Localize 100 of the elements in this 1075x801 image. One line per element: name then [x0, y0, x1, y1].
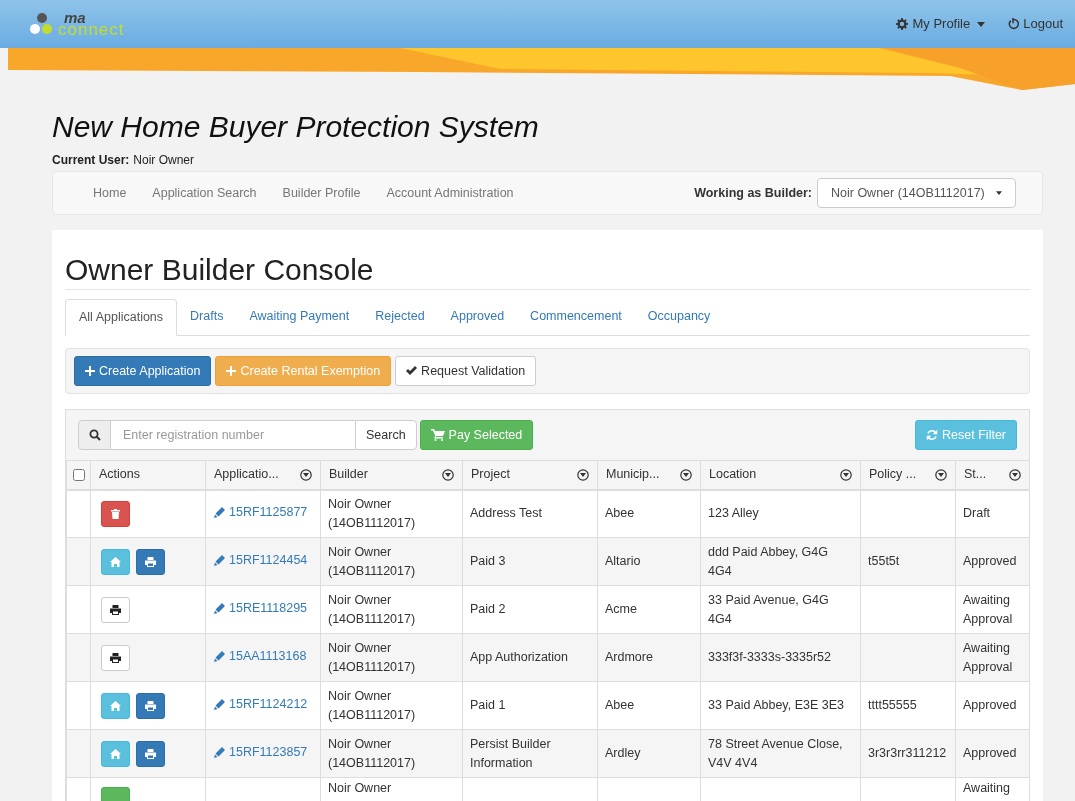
table-cell: 33 Paid Avenue, G4G 4G4 [708, 592, 829, 626]
tab[interactable]: Rejected [362, 298, 438, 335]
logout-link[interactable]: Logout [1007, 14, 1063, 34]
nav-link[interactable]: Application Search [152, 183, 257, 203]
filter-icon [840, 468, 852, 481]
builder-label: Working as Builder: [694, 184, 812, 202]
table-cell: Approved [963, 554, 1017, 568]
table-cell: Paid 1 [470, 698, 506, 712]
filter-icon [300, 468, 312, 481]
home-icon [110, 748, 121, 759]
create-button[interactable]: Create Application [74, 356, 212, 386]
trash-icon [111, 508, 120, 519]
table-cell: Paid 3 [470, 554, 506, 568]
tab[interactable]: Commencement [517, 298, 635, 335]
table-cell: Abee [605, 698, 635, 712]
tab[interactable]: Occupancy [634, 298, 724, 335]
table-cell: Noir Owner (14OB1112017) [328, 688, 416, 722]
table-cell: Awaiting Approval [963, 592, 1013, 626]
table-cell: Abee [605, 506, 635, 521]
table-cell: t55t5t [868, 554, 900, 568]
column-header: Project [471, 466, 510, 484]
table-cell: 78 Street Avenue Close, V4V 4V4 [708, 736, 843, 770]
logo-text: ma [64, 12, 86, 24]
column-header: Builder [329, 466, 368, 484]
printer-icon [110, 652, 121, 663]
table-cell: Noir Owner [328, 781, 392, 795]
column-header: Policy ... [869, 466, 917, 484]
refresh-icon [926, 429, 939, 441]
search-button[interactable]: Search [355, 420, 417, 450]
table-cell: Paid 2 [470, 602, 506, 616]
table-cell: Noir Owner (14OB1112017) [328, 736, 416, 770]
nav-link[interactable]: Builder Profile [282, 183, 361, 203]
filter-icon [577, 468, 589, 481]
home-icon [110, 556, 121, 567]
caret-icon [977, 21, 986, 27]
profile-menu[interactable]: My Profile [896, 14, 986, 34]
logo-text: connect [58, 24, 125, 36]
delete-button[interactable] [101, 500, 130, 527]
table-cell: Acme [605, 602, 637, 616]
table-cell: Ardley [605, 746, 641, 760]
pay-button[interactable]: Pay Selected [419, 420, 534, 450]
printer-icon [145, 748, 156, 759]
table-cell: Approved [963, 698, 1017, 712]
column-header: Location [709, 466, 757, 484]
current-user-label: Current User: [52, 152, 130, 169]
filter-icon [935, 468, 947, 481]
tab[interactable]: All Applications [65, 299, 178, 336]
table-cell: Noir Owner (14OB1112017) [328, 544, 416, 578]
table-cell: Awaiting [963, 781, 1011, 795]
table-cell: Altario [605, 554, 641, 568]
tab[interactable]: Approved [437, 298, 518, 335]
table-cell: Noir Owner (14OB1112017) [328, 640, 416, 674]
filter-icon [1009, 468, 1021, 481]
table-cell: Approved [963, 746, 1017, 760]
pencil-icon [214, 651, 225, 663]
tab[interactable]: Drafts [177, 298, 237, 335]
page-title: New Home Buyer Protection System [52, 109, 540, 145]
select-all-checkbox[interactable] [72, 469, 85, 482]
search-field[interactable]: Enter registration number [111, 420, 355, 450]
pencil-icon [214, 603, 225, 615]
table-cell: App Authorization [470, 650, 568, 664]
printer-icon [145, 556, 156, 567]
nav-link[interactable]: Account Administration [386, 183, 514, 203]
builder-select[interactable]: Noir Owner (14OB1112017) [817, 178, 1016, 208]
column-header: Actions [99, 466, 140, 484]
plus-icon [85, 366, 95, 376]
table-cell: 33 Paid Abbey, E3E 3E3 [708, 698, 844, 712]
current-user-name: Noir Owner [133, 152, 195, 169]
pencil-icon [214, 555, 225, 567]
table-cell: Noir Owner (14OB1112017) [328, 592, 416, 626]
table-cell: 3r3r3rr311212 [868, 746, 947, 760]
table-cell: Persist Builder Information [470, 736, 551, 770]
pencil-icon [214, 747, 225, 759]
printer-icon [110, 604, 121, 615]
column-header: Municip... [606, 466, 660, 484]
table-cell: ddd Paid Abbey, G4G 4G4 [708, 544, 828, 578]
column-header: Applicatio... [214, 466, 279, 484]
home-icon [110, 700, 121, 711]
plus-icon [226, 366, 237, 376]
nav-link[interactable]: Home [93, 183, 127, 203]
printer-icon [145, 700, 156, 711]
table-cell: Noir Owner (14OB1112017) [328, 496, 416, 530]
validation-button[interactable]: Request Validation [395, 356, 537, 386]
check-icon [406, 366, 418, 376]
caret-icon [996, 191, 1002, 195]
power-icon [1007, 18, 1020, 30]
cart-icon [430, 429, 445, 441]
console-heading: Owner Builder Console [65, 252, 375, 288]
filter-icon [442, 468, 454, 481]
gear-icon [896, 18, 909, 30]
table-cell: Draft [963, 506, 991, 521]
table-cell: 333f3f-3333s-3335r52 [708, 650, 831, 664]
table-cell: Awaiting Approval [963, 640, 1013, 674]
pencil-icon [214, 507, 225, 519]
table-cell: tttt55555 [868, 698, 917, 712]
table-cell: Ardmore [605, 650, 653, 664]
pencil-icon [214, 699, 225, 711]
search-icon [78, 420, 111, 450]
column-header: St... [964, 466, 987, 484]
tab[interactable]: Awaiting Payment [236, 298, 363, 335]
